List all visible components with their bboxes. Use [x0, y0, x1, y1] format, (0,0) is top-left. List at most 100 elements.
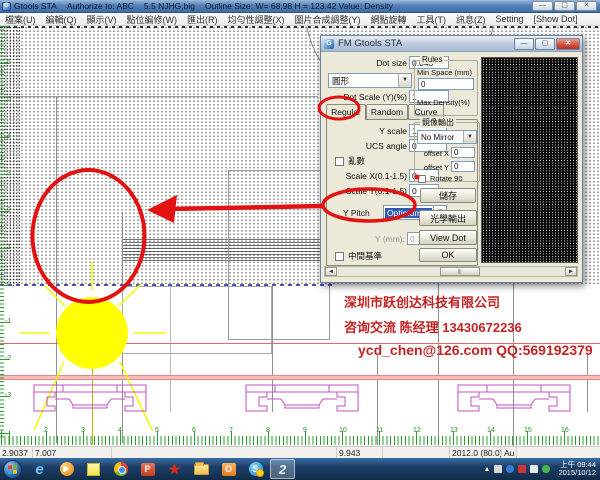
- status-cell-empty: [112, 447, 337, 458]
- offset-y-label: offset Y: [417, 163, 449, 172]
- chrome-icon: [114, 462, 128, 476]
- scrollbar-thumb[interactable]: |||: [440, 267, 480, 276]
- taskbar-outlook-icon[interactable]: O: [216, 459, 241, 479]
- offset-y-input[interactable]: [451, 161, 475, 172]
- bottom-ruler-label: 7: [229, 427, 233, 434]
- scrollbar-track[interactable]: |||: [337, 267, 565, 276]
- taskbar-mediaplayer-icon[interactable]: ▶: [54, 459, 79, 479]
- tab-regular[interactable]: Regular: [326, 104, 366, 120]
- company-watermark: 深圳市跃创达科技有限公司 咨询交流 陈经理 13430672236 ycd_ch…: [344, 292, 594, 358]
- maximize-button[interactable]: ▢: [554, 1, 575, 11]
- tray-expand-icon[interactable]: ▲: [484, 466, 491, 473]
- taskbar-clock[interactable]: 上午 09:44 2015/10/12: [554, 461, 596, 477]
- guide-vline-olive: [92, 302, 93, 445]
- menu-setting[interactable]: Setting: [491, 14, 529, 24]
- outlook-icon: O: [222, 463, 236, 476]
- left-ruler-major-ticks: [0, 26, 9, 440]
- file-name: 5.5 NJHG.big: [144, 1, 195, 11]
- ie-icon: e: [35, 461, 43, 478]
- taskbar-stickynotes-icon[interactable]: [81, 459, 106, 479]
- taskbar-redapp-icon[interactable]: ★: [162, 459, 187, 479]
- menu-uniformity[interactable]: 均勻性調整(X): [223, 13, 290, 26]
- dialog-horizontal-scrollbar[interactable]: ◄ ||| ►: [324, 266, 578, 277]
- start-button[interactable]: [3, 460, 22, 479]
- menu-export[interactable]: 匯出(R): [182, 13, 223, 26]
- fm-gtools-dialog: G FM Gtools STA — ▢ ✕ Dot size 圓形 ▼ Dot …: [320, 35, 583, 283]
- scale-x-label: Scale X(0.1-1.5): [335, 171, 407, 181]
- mirror-dropdown[interactable]: No Mirror ▼: [417, 130, 477, 144]
- random-checkbox-label: 亂數: [348, 155, 365, 167]
- menu-show-dot[interactable]: [Show Dot]: [529, 14, 583, 24]
- checkbox-icon[interactable]: [335, 252, 344, 261]
- dot-shape-dropdown[interactable]: 圓形 ▼: [328, 73, 412, 88]
- menu-file[interactable]: 檔案(U): [0, 13, 41, 26]
- window-titlebar: G Gtools STA Authorize to: ABC 5.5 NJHG.…: [0, 0, 600, 13]
- folder-icon: [194, 464, 209, 475]
- tray-update-icon[interactable]: [506, 465, 514, 473]
- middle-base-checkbox-label: 中間基準: [348, 250, 382, 262]
- scroll-left-icon[interactable]: ◄: [325, 267, 337, 276]
- checkbox-icon[interactable]: [335, 157, 344, 166]
- taskbar: e ▶ P ★ O S 2 ▲ 上午 09:44 2015/10/12: [0, 458, 600, 480]
- menu-tools[interactable]: 工具(T): [412, 13, 452, 26]
- save-button[interactable]: 儲存: [420, 188, 476, 203]
- taskbar-explorer-icon[interactable]: [189, 459, 214, 479]
- minimize-button[interactable]: —: [532, 1, 553, 11]
- menu-image-adjust[interactable]: 圖片合成調整(Y): [290, 13, 366, 26]
- outline-info: Outline Size: W= 68.98 H = 123.42 Value:…: [205, 1, 393, 11]
- tray-safety-icon[interactable]: [542, 465, 550, 473]
- dialog-maximize-button[interactable]: ▢: [535, 38, 555, 50]
- scale-y-label: Scale Y(0.1-1.5): [335, 186, 407, 196]
- powerpoint-icon: P: [141, 463, 155, 476]
- taskbar-powerpoint-icon[interactable]: P: [135, 459, 160, 479]
- y-pitch-label: Y Pitch: [343, 208, 370, 218]
- rotate-90-checkbox[interactable]: Rotate 90: [418, 174, 463, 183]
- taskbar-chrome-icon[interactable]: [108, 459, 133, 479]
- dialog-icon: G: [324, 39, 334, 49]
- bottom-ruler-label: 14: [487, 427, 495, 434]
- optical-output-button[interactable]: 光學輸出: [419, 210, 477, 226]
- middle-base-checkbox[interactable]: 中間基準: [335, 250, 382, 262]
- company-name: 深圳市跃创达科技有限公司: [344, 292, 594, 311]
- dot-scale-label: Dot Scale (Y)(%): [331, 92, 407, 102]
- bottom-ruler-label: 15: [524, 427, 532, 434]
- taskbar-gtools-active-icon[interactable]: 2: [270, 459, 295, 479]
- chevron-down-icon[interactable]: ▼: [398, 74, 411, 87]
- offset-x-input[interactable]: [451, 147, 475, 158]
- dialog-title: FM Gtools STA: [338, 38, 402, 49]
- dialog-titlebar[interactable]: G FM Gtools STA — ▢ ✕: [321, 36, 582, 52]
- left-ruler-label: 4: [7, 133, 11, 140]
- company-email-qq: ycd_chen@126.com QQ:569192379: [358, 342, 594, 358]
- random-checkbox[interactable]: 亂數: [335, 155, 365, 167]
- menu-edit[interactable]: 編輯(Q): [41, 13, 82, 26]
- chevron-down-icon[interactable]: ▼: [463, 131, 476, 143]
- dialog-minimize-button[interactable]: —: [514, 38, 534, 50]
- tray-alert-icon[interactable]: [518, 465, 526, 473]
- menu-message[interactable]: 訊息(Z): [451, 13, 491, 26]
- menu-dot-rotate[interactable]: 網點旋轉: [366, 13, 412, 26]
- windows-logo-icon: [8, 464, 17, 474]
- left-ruler-label: 0: [7, 281, 11, 288]
- taskbar-ie-icon[interactable]: e: [27, 459, 52, 479]
- app-icon: G: [2, 2, 11, 11]
- taskbar-skype-icon[interactable]: S: [243, 459, 268, 479]
- tray-network-icon[interactable]: [530, 465, 538, 473]
- checkbox-icon[interactable]: [418, 175, 426, 183]
- dialog-close-button[interactable]: ✕: [556, 38, 580, 50]
- scroll-right-icon[interactable]: ►: [565, 267, 577, 276]
- menu-view[interactable]: 顯示(V): [82, 13, 122, 26]
- left-ruler-label: 6: [7, 59, 11, 66]
- status-cell-x: 2.9037: [0, 447, 33, 458]
- close-button[interactable]: ✕: [576, 1, 597, 11]
- menu-dot-edit[interactable]: 點位編修(W): [122, 13, 183, 26]
- clock-date: 2015/10/12: [558, 469, 596, 477]
- min-space-input[interactable]: [418, 78, 474, 90]
- y-mm-label: Y (mm):: [359, 234, 405, 244]
- tray-battery-icon[interactable]: [494, 465, 502, 473]
- max-density-label: Max Density(%): [417, 98, 470, 107]
- tab-random[interactable]: Random: [366, 104, 408, 119]
- status-cell-value: 9.943: [337, 447, 383, 458]
- system-tray: ▲ 上午 09:44 2015/10/12: [484, 461, 600, 477]
- ok-button[interactable]: OK: [419, 248, 477, 262]
- view-dot-button[interactable]: View Dot: [419, 230, 477, 245]
